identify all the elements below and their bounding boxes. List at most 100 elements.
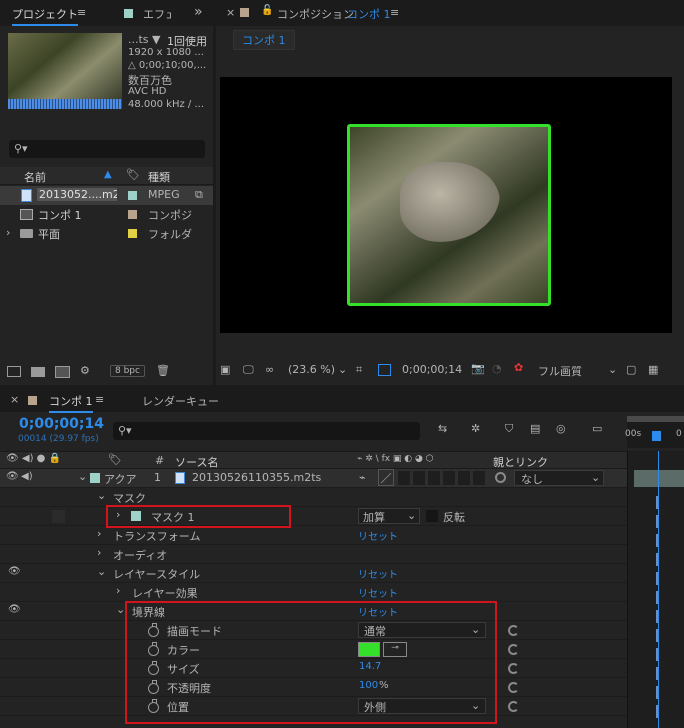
channel-icon[interactable]: ✿ [514, 361, 523, 374]
switch-boxes[interactable] [398, 471, 488, 485]
eye-icon[interactable]: 👁 [8, 604, 21, 615]
row-layer-styles[interactable]: 👁 ⌄ レイヤースタイル リセット [0, 564, 627, 583]
lock-icon[interactable]: 🔓 [261, 5, 273, 16]
row-transform[interactable]: › トランスフォーム リセット [0, 526, 627, 545]
column-type-label[interactable]: 種類 [148, 169, 170, 185]
pickwhip-icon[interactable] [495, 472, 506, 483]
flowchart-icon[interactable]: ⧉ [195, 188, 203, 202]
expression-spiral-icon[interactable] [508, 682, 519, 693]
project-item-footage[interactable]: 2013052....m2ts MPEG ⧉ [0, 186, 213, 205]
tab-effects[interactable]: エフェ [143, 6, 171, 22]
expression-spiral-icon[interactable] [508, 701, 519, 712]
comp-title-name[interactable]: コンポ 1 [347, 6, 391, 22]
row-mask-group[interactable]: ⌄ マスク [0, 488, 627, 507]
label-column-icon[interactable]: 🏷 [126, 168, 140, 181]
project-item-folder[interactable]: › 平面 フォルダ [0, 224, 213, 243]
bit-depth-button[interactable]: 8 bpc [110, 365, 145, 377]
close-icon[interactable]: × [10, 393, 19, 406]
footage-label-swatch[interactable] [128, 191, 137, 200]
panel-overflow-icon[interactable]: » [194, 4, 203, 20]
keyframe-marker[interactable] [656, 705, 658, 718]
keyframe-marker[interactable] [656, 496, 658, 509]
tab-project[interactable]: プロジェクト [12, 6, 78, 26]
timeline-menu-icon[interactable]: ≡ [95, 393, 104, 406]
expand-arrow-icon[interactable]: › [6, 226, 10, 239]
eye-icon[interactable]: 👁 [6, 471, 19, 482]
expand-arrow-icon[interactable]: › [97, 527, 101, 540]
keyframe-marker[interactable] [656, 534, 658, 547]
mask-solo-box[interactable] [52, 510, 65, 523]
time-ruler[interactable]: 00s 0 [625, 416, 684, 448]
keyframe-marker[interactable] [656, 553, 658, 566]
motion-blur-icon[interactable]: ◎ [556, 422, 566, 435]
layer-duration-bar[interactable] [634, 470, 684, 487]
layer-row[interactable]: 👁 ◀) ⌄ アクア 1 20130526110355.m2ts ⌁ ／ なし … [0, 469, 627, 488]
eye-icon[interactable]: 👁 [8, 566, 21, 577]
expression-spiral-icon[interactable] [508, 663, 519, 674]
comp-breadcrumb[interactable]: コンポ 1 [233, 30, 295, 50]
invert-checkbox[interactable] [426, 510, 438, 522]
shy-switch-icon[interactable]: ⌁ [359, 471, 366, 484]
comp-mini-flowchart-icon[interactable]: ⇆ [438, 422, 447, 435]
always-preview-icon[interactable]: ▣ [220, 363, 230, 376]
shy-layers-icon[interactable]: ⛉ [505, 422, 513, 436]
playhead-line[interactable] [658, 451, 659, 728]
comp-menu-icon[interactable]: ≡ [390, 6, 399, 19]
column-name-label[interactable]: 名前 [24, 169, 46, 185]
keyframe-marker[interactable] [656, 591, 658, 604]
playhead-handle[interactable] [652, 431, 661, 441]
expand-arrow-icon[interactable]: ⌄ [97, 565, 106, 578]
folder-label-swatch[interactable] [128, 229, 137, 238]
row-mask-1[interactable]: › マスク 1 加算 ⌄ 反転 [0, 507, 627, 526]
delete-icon[interactable]: 🗑 [156, 364, 170, 377]
layer-styles-reset-link[interactable]: リセット [358, 566, 398, 581]
layer-effects-reset-link[interactable]: リセット [358, 585, 398, 600]
zoom-dropdown[interactable]: (23.6 %) ⌄ [286, 362, 350, 379]
mask-visibility-icon[interactable]: ∞ [265, 363, 274, 376]
region-of-interest-icon[interactable]: ▢ [626, 363, 636, 376]
monitor-icon[interactable]: 🖵 [243, 363, 254, 377]
label-column-icon[interactable]: 🏷 [108, 453, 122, 466]
work-area-bar[interactable] [627, 416, 684, 422]
project-search-input[interactable]: ⚲▾ [9, 140, 205, 158]
audio-icon[interactable]: ◀) [21, 471, 33, 482]
keyframe-marker[interactable] [656, 515, 658, 528]
current-time-field[interactable]: 0;00;00;14 [402, 363, 462, 376]
grid-guide-icon[interactable]: ⌗ [356, 363, 362, 377]
layer-name[interactable]: アクア [104, 471, 136, 487]
timeline-timecode[interactable]: 0;00;00;14 [19, 416, 104, 432]
expression-spiral-icon[interactable] [508, 625, 519, 636]
keyframe-marker[interactable] [656, 610, 658, 623]
expression-spiral-icon[interactable] [508, 644, 519, 655]
show-snapshot-icon[interactable]: ◔ [492, 362, 502, 375]
layer-label-swatch[interactable] [90, 473, 100, 483]
sort-ascending-icon[interactable]: ▲ [104, 169, 112, 180]
row-layer-effects[interactable]: › レイヤー効果 リセット [0, 583, 627, 602]
expand-arrow-icon[interactable]: ⌄ [97, 489, 106, 502]
transform-reset-link[interactable]: リセット [358, 528, 398, 543]
frame-blending-icon[interactable]: ▤ [530, 422, 540, 435]
row-audio[interactable]: › オーディオ [0, 545, 627, 564]
keyframe-marker[interactable] [656, 686, 658, 699]
quality-switch-icon[interactable]: ／ [378, 469, 394, 486]
keyframe-marker[interactable] [656, 629, 658, 642]
close-icon[interactable]: × [226, 6, 235, 19]
draft-3d-icon[interactable]: ✲ [471, 422, 480, 435]
mask-mode-dropdown[interactable]: 加算 ⌄ [358, 508, 420, 524]
graph-editor-icon[interactable]: ▭ [592, 422, 602, 435]
quality-dropdown[interactable]: フル画質 ⌄ [534, 362, 620, 379]
mask-path-icon[interactable] [378, 364, 391, 376]
source-name-header[interactable]: ソース名 [175, 454, 218, 470]
keyframe-marker[interactable] [656, 572, 658, 585]
project-menu-icon[interactable]: ≡ [77, 6, 86, 19]
snapshot-icon[interactable]: 📷 [471, 362, 485, 375]
tab-render-queue[interactable]: レンダーキュー [142, 393, 219, 409]
layer-search-input[interactable]: ⚲▾ [113, 422, 420, 440]
expand-arrow-icon[interactable]: ⌄ [116, 603, 125, 616]
expand-arrow-icon[interactable]: ⌄ [78, 470, 87, 483]
keyframe-marker[interactable] [656, 648, 658, 661]
tab-comp-timeline[interactable]: コンポ 1 [49, 393, 93, 413]
interpret-footage-icon[interactable] [7, 366, 21, 377]
project-settings-icon[interactable]: ⚙ [80, 364, 90, 377]
transparency-grid-icon[interactable]: ▦ [648, 363, 658, 376]
